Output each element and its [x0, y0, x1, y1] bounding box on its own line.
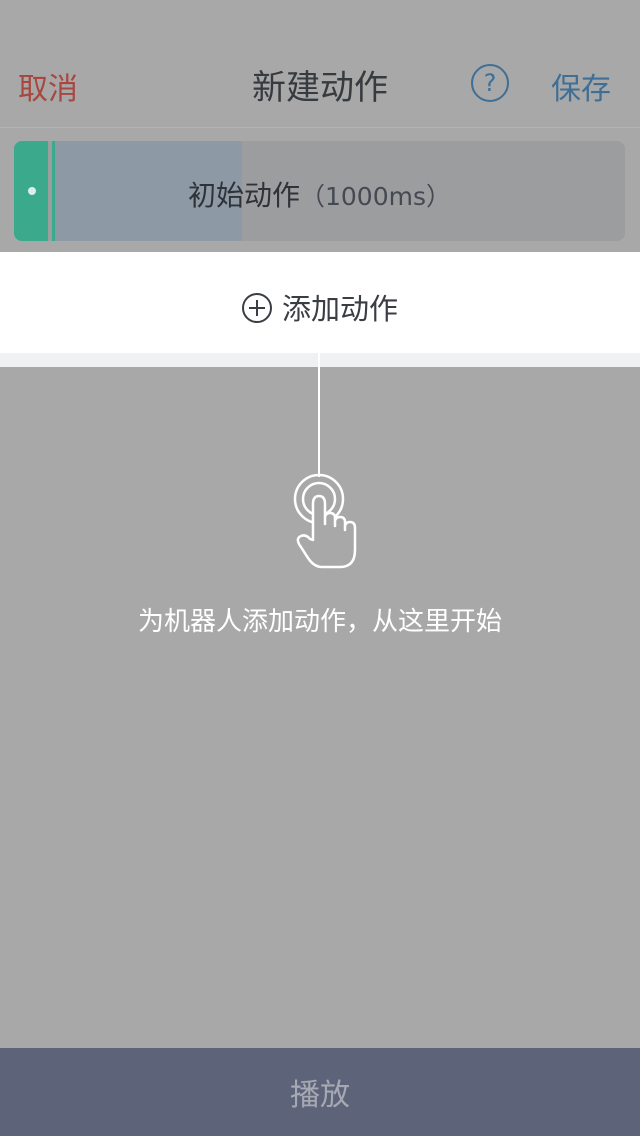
- help-icon[interactable]: ?: [471, 64, 509, 102]
- add-action-button[interactable]: 添加动作: [0, 252, 640, 353]
- plus-circle-icon: [241, 293, 272, 323]
- action-duration: （1000ms）: [300, 182, 452, 211]
- top-navigation-bar: 取消 新建动作 ? 保存: [0, 0, 640, 128]
- guide-line: [318, 353, 320, 477]
- save-button[interactable]: 保存: [551, 64, 611, 108]
- tap-hand-icon: [293, 473, 357, 569]
- add-action-content: 添加动作: [0, 286, 640, 328]
- empty-state-hint: 为机器人添加动作，从这里开始: [137, 607, 502, 637]
- add-action-label: 添加动作: [281, 292, 398, 326]
- play-button[interactable]: 播放: [0, 1048, 640, 1136]
- action-name: 初始动作: [187, 179, 300, 212]
- action-timeline-item[interactable]: 初始动作（1000ms）: [14, 141, 625, 241]
- play-label: 播放: [290, 1078, 350, 1113]
- action-label: 初始动作（1000ms）: [14, 174, 625, 214]
- divider-strip: [0, 353, 640, 367]
- page-title: 新建动作: [252, 68, 388, 108]
